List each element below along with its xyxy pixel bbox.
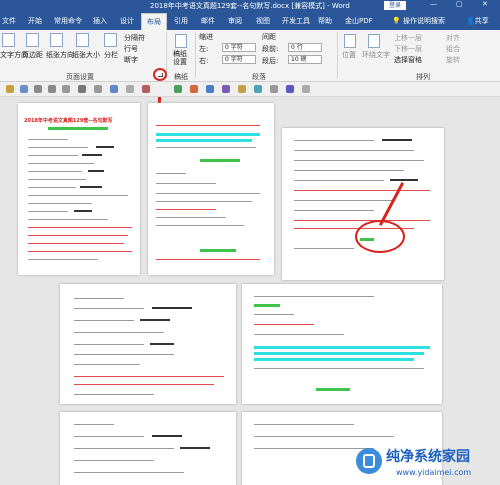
misc-icon[interactable] [270, 85, 278, 93]
tab-kingsoft-pdf[interactable]: 金山PDF [345, 16, 373, 26]
purple-shape-icon[interactable] [222, 85, 230, 93]
text-direction-icon [2, 33, 15, 47]
redo-icon[interactable] [48, 85, 56, 93]
indent-left-label: 左: [199, 45, 209, 53]
lightbulb-icon: 💡 [392, 17, 403, 25]
tab-view[interactable]: 视图 [256, 16, 270, 26]
page-setup-group-label: 页面设置 [66, 73, 94, 81]
space-after-label: 段后: [262, 57, 279, 65]
draft-settings-button[interactable]: 稿纸设置 [173, 50, 189, 66]
columns-icon [104, 33, 117, 47]
hyphenation-button[interactable]: 断字 [124, 55, 138, 65]
omega-icon[interactable] [94, 85, 102, 93]
minimize-button[interactable]: — [430, 0, 437, 8]
draft-group-label: 稿纸 [174, 73, 188, 81]
tab-layout[interactable]: 布局 [141, 13, 167, 30]
line-numbers-button[interactable]: 行号 [124, 44, 138, 54]
maximize-button[interactable]: ▢ [456, 0, 463, 8]
indent-right-input[interactable]: 0 字符 [222, 55, 256, 64]
paragraph-group-label: 段落 [252, 73, 266, 81]
tab-references[interactable]: 引用 [174, 16, 188, 26]
tell-me-search[interactable]: 💡 操作说明搜索 [392, 16, 445, 26]
bring-forward-button[interactable]: 上移一层 [394, 33, 422, 43]
quick-toolbar [0, 82, 500, 97]
selection-pane-button[interactable]: 选择窗格 [394, 55, 422, 65]
folder-icon[interactable] [6, 85, 14, 93]
login-button[interactable]: 登录 [384, 1, 406, 10]
watermark: 纯净系统家园 www.yidaimei.com [356, 446, 496, 482]
breaks-button[interactable]: 分隔符 [124, 33, 145, 43]
document-page-4[interactable] [60, 284, 236, 404]
bullets-icon[interactable] [110, 85, 118, 93]
columns-button[interactable]: 分栏 [104, 50, 118, 60]
tab-developer[interactable]: 开发工具 [282, 16, 310, 26]
document-page-3[interactable] [282, 128, 444, 280]
document-page-2[interactable] [148, 103, 274, 275]
indent-right-label: 右: [199, 57, 209, 65]
draft-paper-icon [175, 34, 187, 48]
indent-left-input[interactable]: 0 字符 [222, 43, 256, 52]
orientation-icon [50, 33, 63, 47]
watermark-brand: 纯净系统家园 [386, 449, 470, 465]
wrap-text-button[interactable]: 环绕文字 [362, 50, 390, 60]
group-button[interactable]: 组合 [446, 44, 460, 54]
orange-shape-icon[interactable] [190, 85, 198, 93]
save-icon[interactable] [20, 85, 28, 93]
space-before-label: 段前: [262, 45, 279, 53]
space-before-input[interactable]: 0 行 [288, 43, 322, 52]
tab-common[interactable]: 常用命令 [54, 16, 82, 26]
tab-design[interactable]: 设计 [120, 16, 134, 26]
gold-shape-icon[interactable] [238, 85, 246, 93]
format-icon[interactable] [62, 85, 70, 93]
share-button[interactable]: 👤共享 [466, 16, 489, 26]
close-button[interactable]: ✕ [482, 0, 488, 8]
document-page-1[interactable]: 2018年中考语文真题129套--名句默写 [18, 103, 140, 275]
style-icon[interactable] [78, 85, 86, 93]
margins-button[interactable]: 页边距 [22, 50, 43, 60]
separator [337, 32, 338, 78]
teal-shape-icon[interactable] [254, 85, 262, 93]
undo-icon[interactable] [34, 85, 42, 93]
wrap-text-icon [368, 34, 380, 48]
position-icon [344, 34, 356, 48]
send-backward-button[interactable]: 下移一层 [394, 44, 422, 54]
document-page-6[interactable] [60, 412, 236, 485]
ribbon-tabs: 文件 开始 常用命令 插入 设计 布局 引用 邮件 审阅 视图 开发工具 帮助 … [0, 11, 500, 30]
tab-insert[interactable]: 插入 [93, 16, 107, 26]
tab-review[interactable]: 审阅 [228, 16, 242, 26]
orientation-button[interactable]: 纸张方向 [46, 50, 74, 60]
more-icon[interactable] [302, 85, 310, 93]
page-setup-dialog-launcher[interactable] [153, 68, 167, 81]
space-after-input[interactable]: 10 磅 [288, 55, 322, 64]
table-icon[interactable] [126, 85, 134, 93]
page-title: 2018年中考语文真题129套--名句默写 [24, 118, 113, 124]
spacing-label: 间距 [262, 33, 276, 41]
arrange-group-label: 排列 [416, 73, 430, 81]
indent-label: 缩进 [199, 33, 213, 41]
size-icon [76, 33, 89, 47]
size-button[interactable]: 纸张大小 [72, 50, 100, 60]
tab-help[interactable]: 帮助 [318, 16, 332, 26]
border-icon[interactable] [142, 85, 150, 93]
title-bar: 2018年中考语文真题129套--名句默写.docx [兼容模式] - Word… [0, 0, 500, 11]
position-button[interactable]: 位置 [342, 50, 356, 60]
watermark-logo-icon [356, 448, 382, 474]
watermark-url: www.yidaimei.com [396, 468, 472, 477]
document-page-5[interactable] [242, 284, 442, 404]
chart-icon[interactable] [286, 85, 294, 93]
rotate-button[interactable]: 旋转 [446, 55, 460, 65]
separator [195, 32, 196, 78]
tab-mailings[interactable]: 邮件 [201, 16, 215, 26]
green-highlight [48, 127, 108, 130]
green-shape-icon[interactable] [174, 85, 182, 93]
person-icon: 👤 [466, 17, 475, 25]
tab-file[interactable]: 文件 [2, 16, 16, 26]
launcher-icon [158, 73, 163, 77]
ribbon: 文字方向 页边距 纸张方向 纸张大小 分栏 分隔符 行号 断字 页面设置 稿纸设… [0, 30, 500, 82]
window-title: 2018年中考语文真题129套--名句默写.docx [兼容模式] - Word [150, 2, 350, 10]
blue-shape-icon[interactable] [206, 85, 214, 93]
tab-home[interactable]: 开始 [28, 16, 42, 26]
align-button[interactable]: 对齐 [446, 33, 460, 43]
margins-icon [26, 33, 39, 47]
